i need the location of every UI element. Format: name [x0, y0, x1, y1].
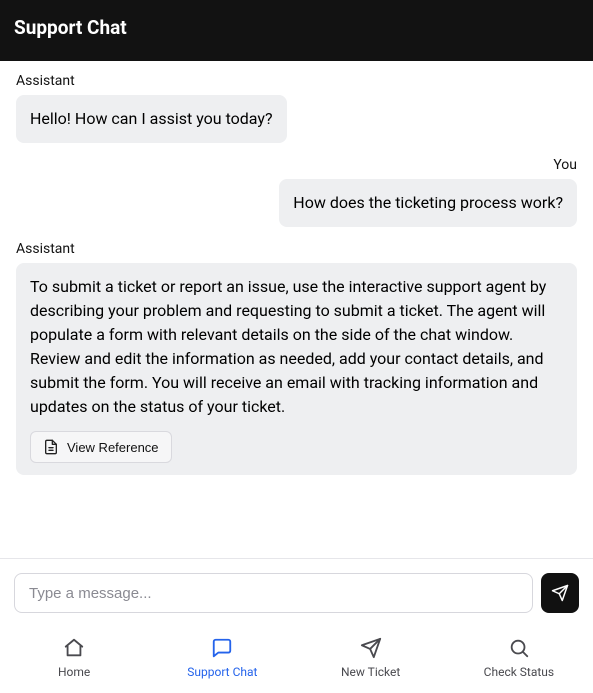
message-bubble: Hello! How can I assist you today?	[16, 95, 287, 143]
tab-check-status[interactable]: Check Status	[479, 637, 559, 679]
bottom-tab-bar: Home Support Chat New Ticket	[0, 627, 593, 693]
message-sender-label: You	[553, 157, 577, 173]
send-icon	[360, 637, 382, 659]
tab-label: New Ticket	[341, 665, 400, 679]
message-bubble: To submit a ticket or report an issue, u…	[16, 263, 577, 475]
message-input[interactable]	[14, 573, 533, 613]
document-icon	[43, 439, 59, 455]
search-icon	[508, 637, 530, 659]
header-bar: Support Chat	[0, 0, 593, 61]
tab-new-ticket[interactable]: New Ticket	[331, 637, 411, 679]
home-icon	[63, 637, 85, 659]
chat-icon	[211, 637, 233, 659]
chat-message: You How does the ticketing process work?	[16, 157, 577, 227]
tab-label: Home	[58, 665, 90, 679]
tab-support-chat[interactable]: Support Chat	[182, 637, 262, 679]
send-button[interactable]	[541, 573, 579, 613]
send-icon	[551, 584, 569, 602]
message-bubble: How does the ticketing process work?	[279, 179, 577, 227]
tab-label: Check Status	[484, 665, 554, 679]
chat-scroll[interactable]: Assistant Hello! How can I assist you to…	[0, 61, 593, 558]
view-reference-button[interactable]: View Reference	[30, 431, 172, 463]
app-root: Support Chat Assistant Hello! How can I …	[0, 0, 593, 693]
tab-home[interactable]: Home	[34, 637, 114, 679]
message-sender-label: Assistant	[16, 241, 75, 257]
chat-message: Assistant Hello! How can I assist you to…	[16, 73, 577, 143]
composer	[14, 573, 579, 613]
composer-area	[0, 558, 593, 627]
tab-label: Support Chat	[187, 665, 257, 679]
chat-message: Assistant To submit a ticket or report a…	[16, 241, 577, 475]
message-sender-label: Assistant	[16, 73, 75, 89]
view-reference-label: View Reference	[67, 440, 159, 455]
message-text: To submit a ticket or report an issue, u…	[30, 277, 546, 416]
page-title: Support Chat	[14, 16, 579, 39]
